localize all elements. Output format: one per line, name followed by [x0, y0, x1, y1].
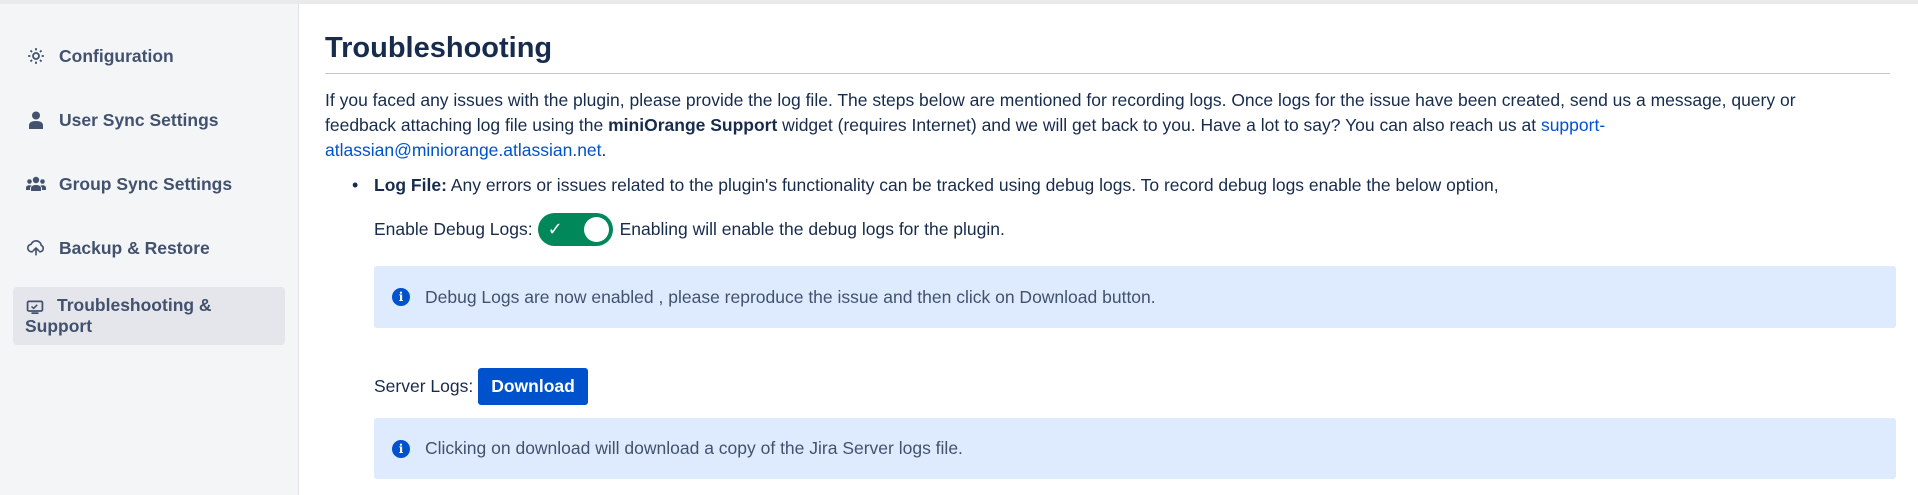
sidebar-item-group-sync-settings[interactable]: Group Sync Settings — [13, 159, 285, 209]
gear-icon — [25, 45, 47, 67]
page-layout: Configuration User Sync Settings Group S… — [0, 4, 1918, 495]
sidebar-item-label: User Sync Settings — [59, 109, 219, 130]
download-info-message: i Clicking on download will download a c… — [374, 418, 1896, 479]
cloud-upload-icon — [25, 237, 47, 259]
sidebar-item-label: Backup & Restore — [59, 237, 210, 258]
debug-logs-toggle[interactable]: ✓ — [537, 212, 613, 246]
debug-logs-label: Enable Debug Logs: — [374, 218, 533, 239]
steps-list: Log File: Any errors or issues related t… — [352, 172, 1896, 198]
sidebar: Configuration User Sync Settings Group S… — [0, 4, 299, 495]
user-icon — [25, 109, 47, 131]
intro-text-3: . — [601, 140, 607, 160]
download-button[interactable]: Download — [478, 367, 588, 405]
server-logs-row: Server Logs: Download — [374, 367, 1896, 405]
log-file-item: Log File: Any errors or issues related t… — [352, 172, 1896, 198]
debug-logs-hint: Enabling will enable the debug logs for … — [619, 218, 1005, 239]
sidebar-item-label: Configuration — [59, 45, 174, 66]
monitor-icon — [25, 298, 45, 316]
debug-logs-row: Enable Debug Logs: ✓ Enabling will enabl… — [374, 212, 1896, 246]
sidebar-item-configuration[interactable]: Configuration — [13, 31, 285, 81]
debug-info-message: i Debug Logs are now enabled , please re… — [374, 266, 1896, 328]
checkmark-icon: ✓ — [547, 218, 563, 239]
toggle-knob — [583, 216, 609, 242]
sidebar-item-label: Group Sync Settings — [59, 173, 233, 194]
log-file-label: Log File: — [374, 175, 447, 195]
sidebar-item-user-sync-settings[interactable]: User Sync Settings — [13, 95, 285, 145]
debug-info-text: Debug Logs are now enabled , please repr… — [425, 286, 1156, 307]
sidebar-item-label: Troubleshooting & Support — [25, 295, 212, 336]
main-content: Troubleshooting If you faced any issues … — [299, 4, 1918, 495]
intro-paragraph: If you faced any issues with the plugin,… — [325, 88, 1896, 163]
server-logs-label: Server Logs: — [374, 375, 474, 396]
users-icon — [25, 173, 47, 195]
sidebar-item-backup-restore[interactable]: Backup & Restore — [13, 223, 285, 273]
intro-text-2: widget (requires Internet) and we will g… — [777, 115, 1541, 135]
download-info-text: Clicking on download will download a cop… — [425, 438, 963, 458]
info-icon: i — [392, 439, 410, 458]
page-title: Troubleshooting — [325, 32, 1890, 74]
log-file-text: Any errors or issues related to the plug… — [446, 175, 1499, 195]
sidebar-item-troubleshooting-support[interactable]: Troubleshooting & Support — [13, 287, 285, 345]
support-widget-name: miniOrange Support — [608, 115, 778, 135]
info-icon: i — [392, 288, 410, 306]
